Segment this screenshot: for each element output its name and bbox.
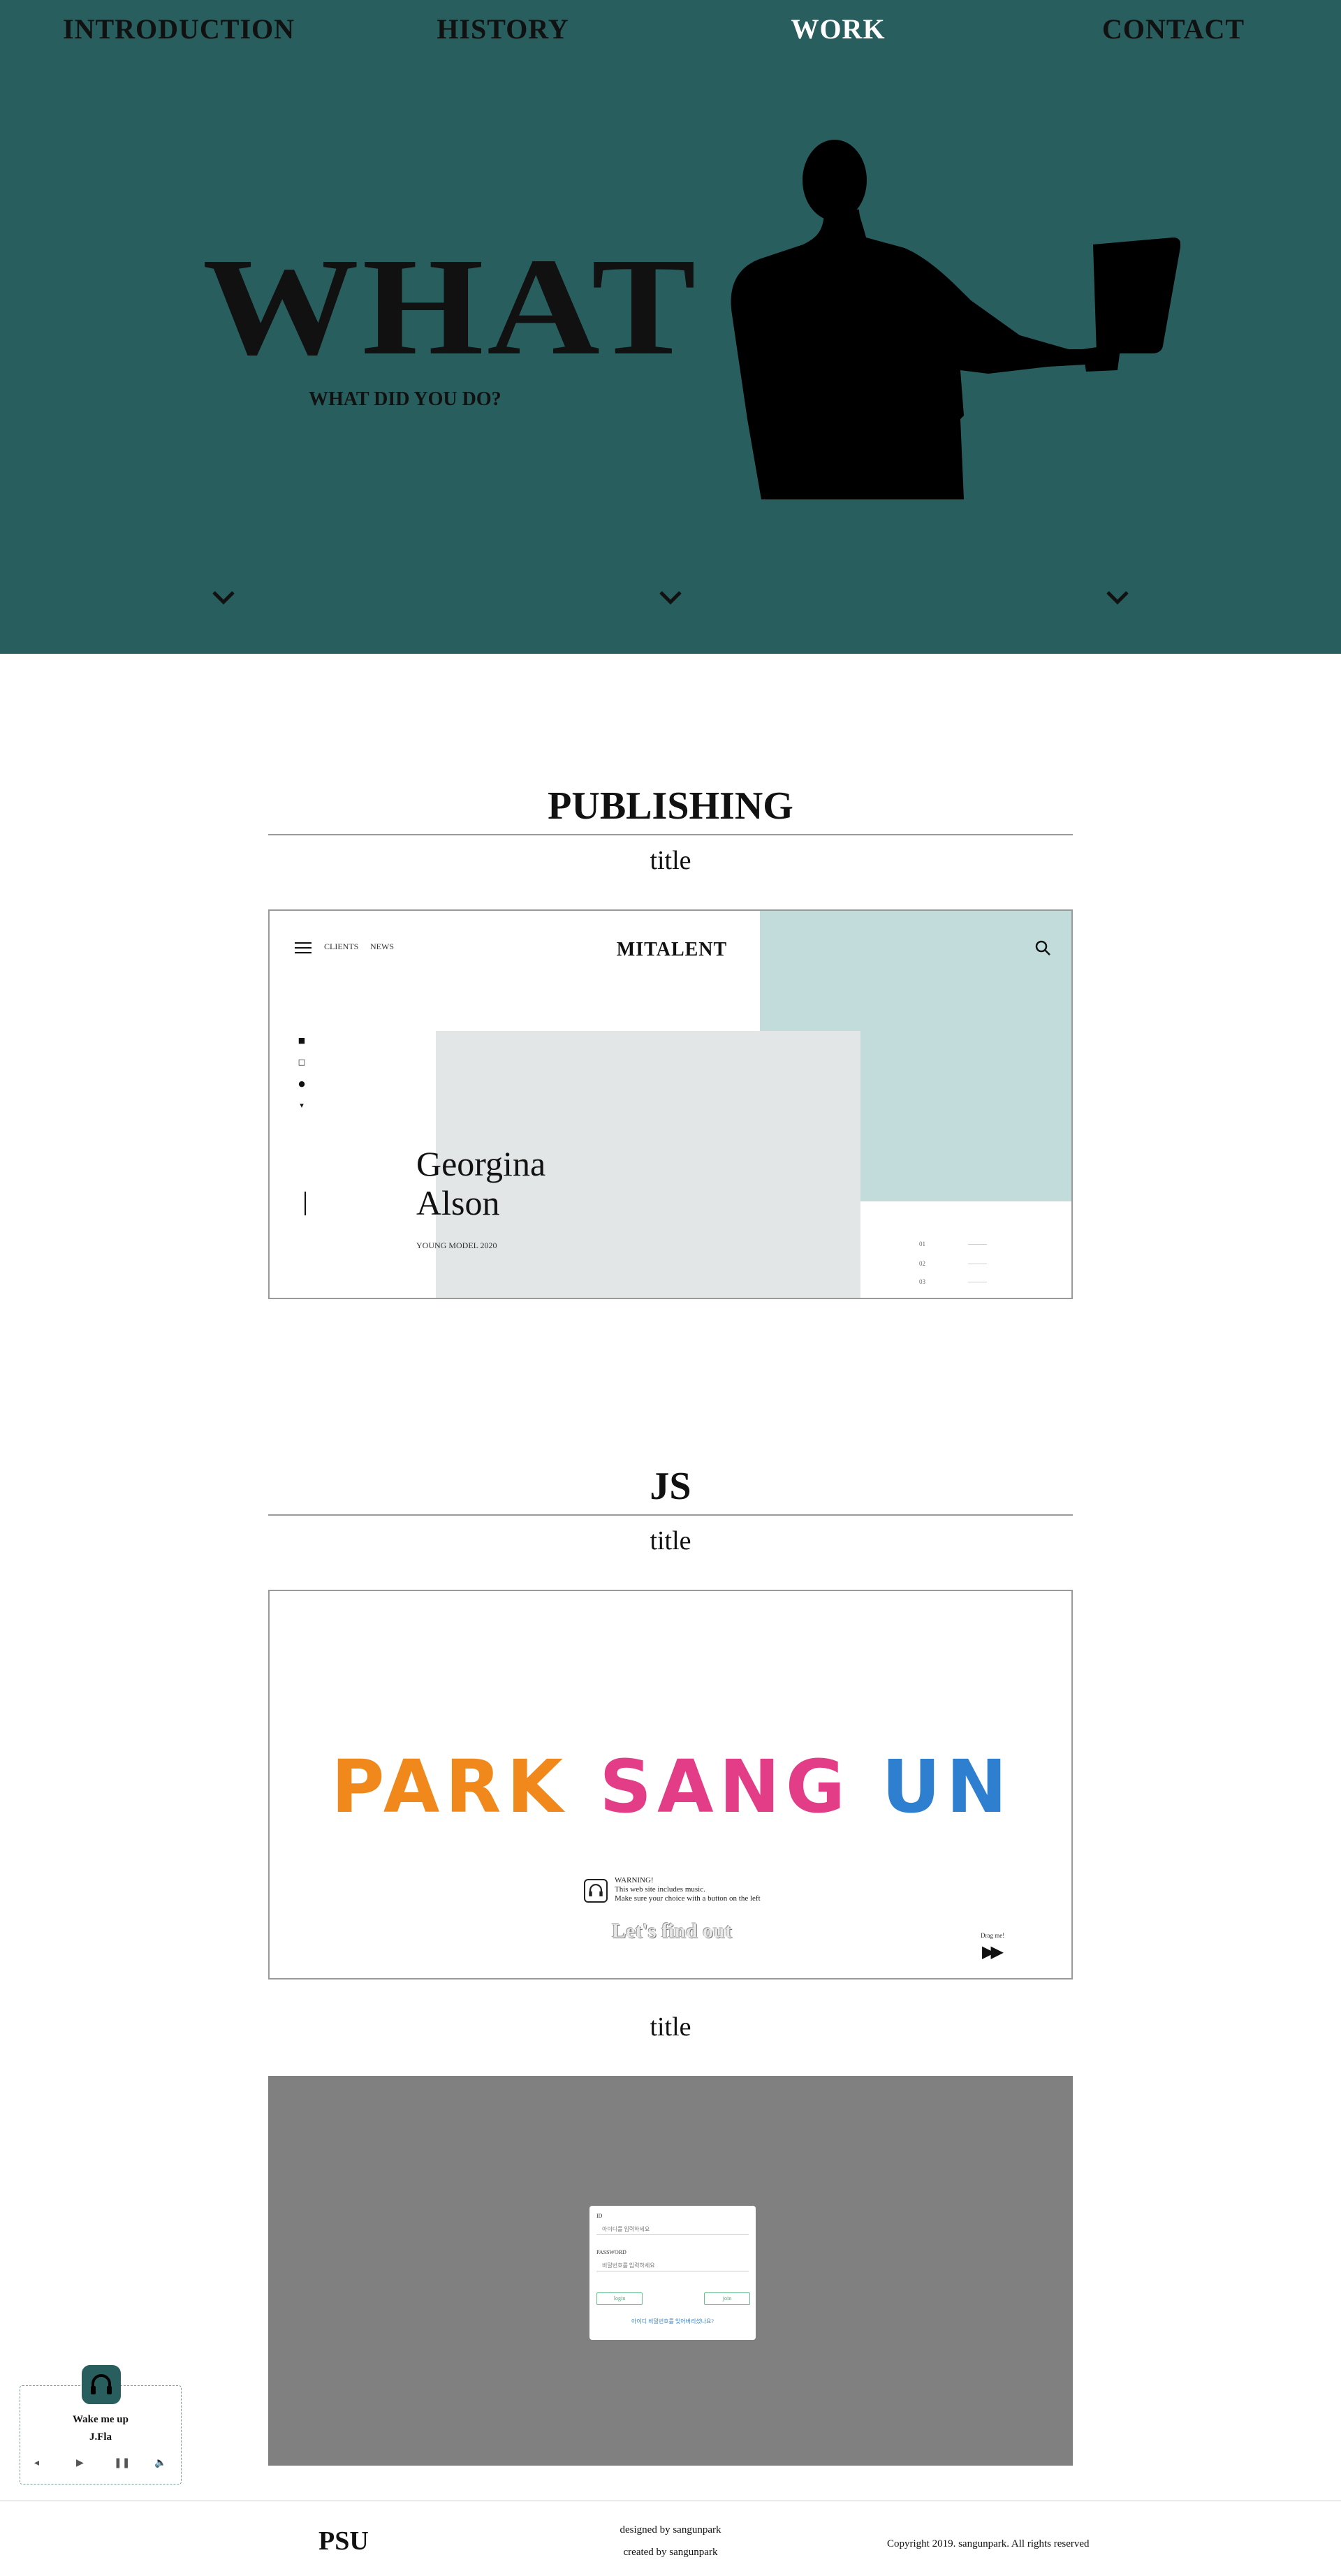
player-artist: J.Fla [89,2431,112,2443]
previous-icon[interactable]: ◂ [34,2457,39,2468]
preview-model-name: Georgina Alson [416,1144,545,1222]
nav-work[interactable]: WORK [733,13,943,45]
preview-hero-text: PARK SANG UN [270,1750,1071,1823]
login-preview[interactable]: ID 아이디를 입력하세요 PASSWORD 비밀번호를 입력하세요 login… [268,2076,1073,2466]
headphones-icon[interactable] [82,2365,121,2404]
section-heading-publishing: PUBLISHING [548,784,793,828]
preview-id-label: ID [596,2213,603,2219]
preview-warning-line: This web site includes music. [615,1885,705,1894]
headphones-icon [584,1879,608,1903]
chevron-down-icon[interactable] [210,587,237,608]
preview-scroll-line [305,1192,306,1215]
preview-word-park: PARK [331,1744,569,1829]
preview-id-field: 아이디를 입력하세요 [596,2224,749,2235]
preview-name-last: Alson [416,1183,500,1222]
preview-dash: ——— [968,1260,987,1267]
nav-history[interactable]: HISTORY [398,13,608,45]
player-song-title: Wake me up [72,2414,129,2425]
preview-warning: WARNING! This web site includes music. M… [615,1876,761,1903]
footer-copyright: Copyright 2019. sangunpark. All rights r… [887,2538,1090,2549]
preview-model-role: YOUNG MODEL 2020 [416,1241,497,1250]
play-icon[interactable]: ▶ [76,2457,84,2468]
hero-subtitle: WHAT DID YOU DO? [309,388,501,410]
section-divider [268,1514,1073,1516]
preview-warning-line: Make sure your choice with a button on t… [615,1894,761,1903]
nav-introduction[interactable]: INTRODUCTION [63,13,294,45]
footer-designed: designed by sangunpark [620,2524,721,2535]
chevron-down-icon[interactable] [1104,587,1131,608]
project-title: title [650,2012,691,2042]
preview-dash: ——— [968,1241,987,1247]
instagram-icon: □ [298,1058,306,1067]
hero-title: WHAT [203,230,699,384]
publishing-preview[interactable]: CLIENTS NEWS MITALENT ■ □ ● ▾ Georgina A… [268,909,1073,1299]
preview-warning-title: WARNING! [615,1876,654,1885]
facebook-icon: ■ [298,1036,306,1045]
preview-password-label: PASSWORD [596,2249,626,2255]
preview-name-first: Georgina [416,1144,546,1183]
preview-login-form: ID 아이디를 입력하세요 PASSWORD 비밀번호를 입력하세요 login… [589,2206,756,2340]
preview-number: 01 [919,1241,925,1247]
preview-find-link: 아이디 비밀번호를 잊어버리셨나요? [631,2318,714,2325]
main-nav: INTRODUCTION HISTORY WORK CONTACT [0,13,1341,54]
youtube-icon: ● [298,1079,305,1088]
project-title: title [650,846,691,875]
pause-icon[interactable]: ❚❚ [114,2457,130,2468]
fast-forward-icon: ▶▶ [982,1942,1004,1961]
footer-logo[interactable]: PSU [318,2526,369,2556]
js-preview[interactable]: PARK SANG UN WARNING! This web site incl… [268,1590,1073,1979]
preview-drag-label: Drag me! [981,1932,1005,1939]
twitter-icon: ▾ [300,1101,304,1110]
project-title: title [650,1526,691,1556]
search-icon [1035,940,1050,956]
section-divider [268,834,1073,835]
preview-login-button: login [596,2292,643,2305]
preview-password-field: 비밀번호를 입력하세요 [596,2260,749,2271]
preview-dash: ——— [968,1278,987,1285]
chevron-down-icon[interactable] [657,587,684,608]
music-player: Wake me up J.Fla ◂ ▶ ❚❚ 🔈 [20,2365,182,2484]
man-with-laptop-silhouette [731,140,1180,499]
preview-join-button: join [704,2292,750,2305]
nav-contact[interactable]: CONTACT [1069,13,1278,45]
section-heading-js: JS [650,1465,691,1508]
volume-icon[interactable]: 🔈 [154,2457,166,2468]
preview-number: 02 [919,1260,925,1267]
hero-section: INTRODUCTION HISTORY WORK CONTACT WHAT W… [0,0,1341,654]
preview-logo: MITALENT [616,939,728,960]
preview-word-un: UN [881,1744,1013,1829]
preview-cta-text: Let's find out [612,1919,732,1942]
footer-created: created by sangunpark [623,2547,718,2558]
preview-word-sang: SANG [599,1744,851,1829]
preview-number: 03 [919,1278,925,1285]
